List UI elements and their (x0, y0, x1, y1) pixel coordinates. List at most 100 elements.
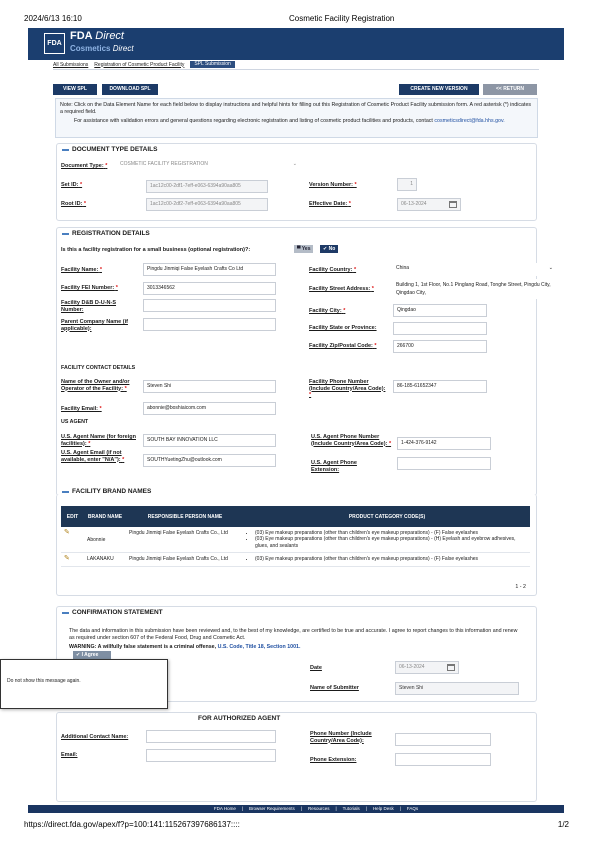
instructions-note: Note: Click on the Data Element Name for… (55, 98, 538, 138)
app-header: FDA FDA Direct Cosmetics Direct (28, 28, 564, 60)
effective-date-label[interactable]: Effective Date: * (309, 201, 351, 208)
state-label[interactable]: Facility State or Province: (309, 325, 377, 332)
confirm-date-field[interactable]: 06-13-2024 (395, 661, 459, 674)
authorized-phone-field[interactable] (395, 733, 491, 746)
footer-link-resources[interactable]: Resources (308, 805, 330, 813)
zip-label[interactable]: Facility Zip/Postal Code: * (309, 343, 377, 350)
footer-link-fda-home[interactable]: FDA Home (214, 805, 236, 813)
collapse-icon[interactable] (62, 490, 69, 493)
root-id-field: 1ac12c00-2df2-7eff-e063-6394a90aa805 (146, 198, 268, 211)
toggle-icon: ▀ (297, 246, 301, 252)
brands-table: EDIT BRAND NAME RESPONSIBLE PERSON NAME … (61, 506, 530, 567)
dismiss-popup[interactable]: Do not show this message again. (0, 659, 168, 709)
country-label[interactable]: Facility Country: * (309, 267, 356, 274)
us-agent-phone-field[interactable]: 1-424-376-9142 (397, 437, 491, 450)
facility-phone-field[interactable]: 86-185-61652347 (393, 380, 487, 393)
additional-contact-field[interactable] (146, 730, 276, 743)
facility-name-field[interactable]: Pingdu Jinmiqi False Eyelash Crafts Co L… (143, 263, 276, 276)
authorized-phone-label[interactable]: Phone Number (Include Country/Area Code)… (310, 731, 388, 744)
us-agent-ext-field[interactable] (397, 457, 491, 470)
date-label[interactable]: Date (310, 665, 322, 672)
footer-link-browser[interactable]: Browser Requirements (249, 805, 295, 813)
support-email-link[interactable]: cosmeticsdirect@fda.hhs.gov. (434, 118, 504, 124)
duns-label[interactable]: Facility D&B D-U-N-S Number: (61, 300, 131, 313)
collapse-icon[interactable] (62, 611, 69, 614)
usc-link[interactable]: U.S. Code, Title 18, Section 1001. (218, 644, 301, 650)
effective-date-field[interactable]: 06-13-2024 (397, 198, 461, 211)
facility-email-field[interactable]: abonnie@boshiaicom.com (143, 402, 276, 415)
footer-link-tutorials[interactable]: Tutorials (343, 805, 360, 813)
owner-field[interactable]: Steven Shi (143, 380, 276, 393)
small-business-no[interactable]: ✔ No (320, 245, 339, 253)
version-label[interactable]: Version Number: * (309, 182, 357, 189)
set-id-label[interactable]: Set ID: * (61, 182, 82, 189)
email-label[interactable]: Email: (61, 752, 78, 759)
authorized-ext-label[interactable]: Phone Extension: (310, 757, 356, 764)
crumb-registration[interactable]: Registration of Cosmetic Product Facilit… (94, 62, 184, 68)
document-type-label[interactable]: Document Type: * (61, 163, 107, 170)
fei-label[interactable]: Facility FEI Number: * (61, 285, 118, 292)
confirmation-text: The data and information in this submiss… (69, 628, 518, 641)
street-label[interactable]: Facility Street Address: * (309, 286, 374, 293)
facility-phone-label[interactable]: Facility Phone Number (Include Country/A… (309, 379, 387, 399)
street-field[interactable]: Building 1, 1st Floor, No.1 Pinglang Roa… (393, 279, 555, 299)
popup-text[interactable]: Do not show this message again. (7, 678, 81, 684)
authorized-ext-field[interactable] (395, 753, 491, 766)
small-business-yes[interactable]: ▀ Yes (294, 245, 314, 253)
us-agent-phone-label[interactable]: U.S. Agent Phone Number (Include Country… (311, 434, 393, 447)
col-person: RESPONSIBLE PERSON NAME (126, 506, 244, 527)
collapse-icon[interactable] (62, 232, 69, 235)
col-brand: BRAND NAME (84, 506, 126, 527)
print-page: 1/2 (557, 820, 569, 829)
download-spl-button[interactable]: DOWNLOAD SPL (102, 84, 158, 95)
us-agent-email-label[interactable]: U.S. Agent Email (if not available, ente… (61, 450, 141, 463)
footer-link-help[interactable]: Help Desk (373, 805, 394, 813)
view-spl-button[interactable]: VIEW SPL (53, 84, 97, 95)
document-type-select[interactable]: COSMETIC FACILITY REGISTRATION ⌄ (117, 159, 299, 172)
footer-link-faqs[interactable]: FAQs (407, 805, 418, 813)
facility-email-label[interactable]: Facility Email: * (61, 406, 102, 413)
return-button[interactable]: << RETURN (483, 84, 537, 95)
city-field[interactable]: Qingdao (393, 304, 487, 317)
col-codes: PRODUCT CATEGORY CODE(S) (244, 506, 530, 527)
us-agent-name-label[interactable]: U.S. Agent Name (for foreign facilities)… (61, 434, 141, 447)
small-business-question: Is this a facility registration for a sm… (61, 247, 251, 253)
calendar-icon (447, 664, 455, 671)
duns-field[interactable] (143, 299, 276, 312)
us-agent-email-field[interactable]: SOUTHYuetingZhu@outlook.com (143, 454, 276, 467)
section-title: DOCUMENT TYPE DETAILS (72, 146, 158, 153)
chevron-down-icon: ⌄ (292, 161, 297, 167)
section-title: REGISTRATION DETAILS (72, 230, 150, 237)
breadcrumb: All Submissions Registration of Cosmetic… (53, 61, 235, 68)
state-field[interactable] (393, 322, 487, 335)
contact-subheading: FACILITY CONTACT DETAILS (61, 365, 136, 371)
edit-icon[interactable]: ✎ (64, 555, 70, 562)
create-new-version-button[interactable]: CREATE NEW VERSION (399, 84, 479, 95)
submitter-field[interactable]: Steven Shi (395, 682, 519, 695)
collapse-icon[interactable] (62, 148, 69, 151)
additional-contact-label[interactable]: Additional Contact Name: (61, 734, 128, 741)
owner-label[interactable]: Name of the Owner and/or Operator of the… (61, 379, 131, 392)
fda-logo: FDA (44, 33, 65, 54)
authorized-email-field[interactable] (146, 749, 276, 762)
divider (53, 69, 539, 70)
us-agent-ext-label[interactable]: U.S. Agent Phone Extension: (311, 460, 381, 473)
city-label[interactable]: Facility City: * (309, 308, 345, 315)
zip-field[interactable]: 266700 (393, 340, 487, 353)
submitter-label[interactable]: Name of Submitter (310, 685, 359, 692)
brands-section: EDIT BRAND NAME RESPONSIBLE PERSON NAME … (56, 494, 537, 596)
crumb-all-submissions[interactable]: All Submissions (53, 62, 88, 68)
app-subtitle: Cosmetics Direct (70, 44, 134, 53)
calendar-icon (449, 201, 457, 208)
us-agent-name-field[interactable]: SOUTH BAY INNOVATION LLC (143, 434, 276, 447)
us-agent-subheading: US AGENT (61, 419, 89, 425)
fei-field[interactable]: 3013346562 (143, 282, 276, 295)
root-id-label[interactable]: Root ID: * (61, 201, 86, 208)
country-select[interactable]: China ⌄ (393, 263, 555, 276)
parent-company-label[interactable]: Parent Company Name (if applicable): (61, 319, 143, 332)
parent-company-field[interactable] (143, 318, 276, 331)
print-title: Cosmetic Facility Registration (289, 14, 395, 23)
facility-name-label[interactable]: Facility Name: * (61, 267, 102, 274)
edit-icon[interactable]: ✎ (64, 529, 70, 536)
registration-section: REGISTRATION DETAILS Is this a facility … (56, 227, 555, 496)
